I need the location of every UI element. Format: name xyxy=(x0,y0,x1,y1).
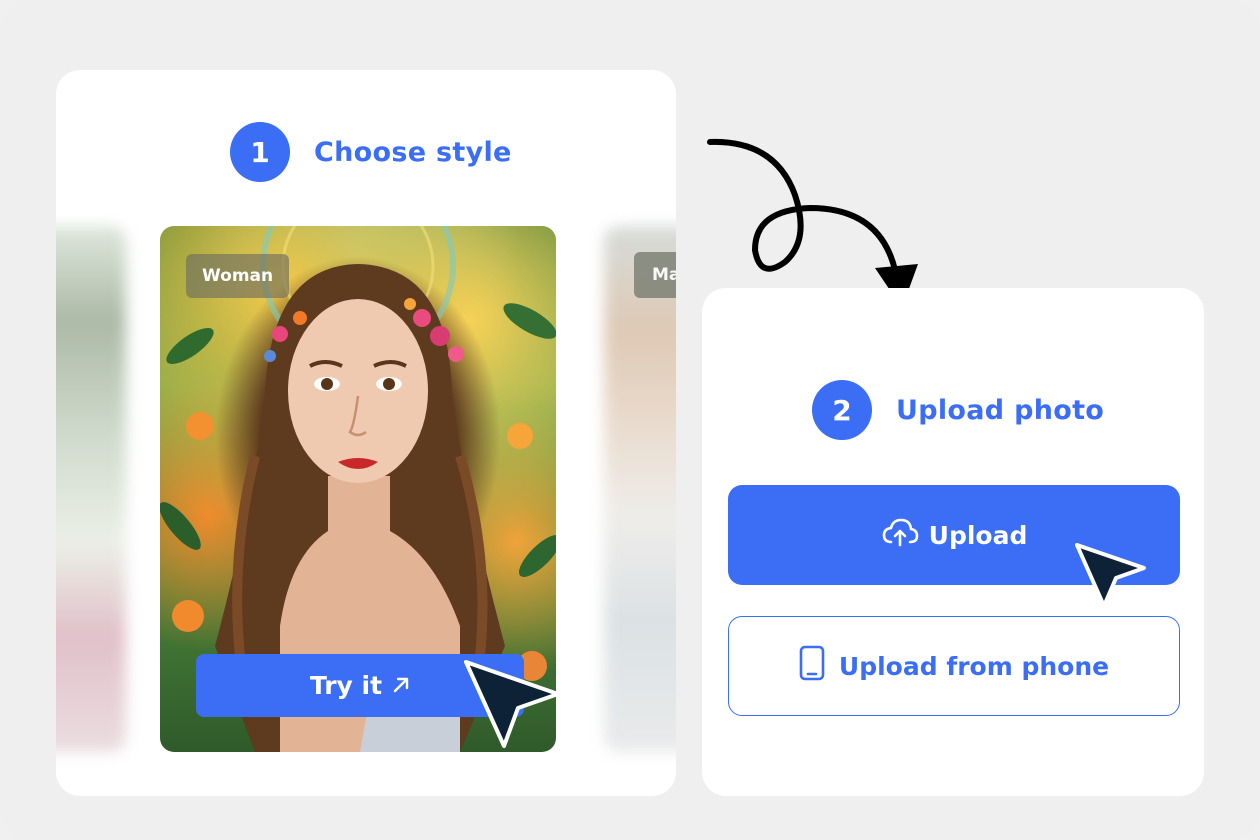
style-tag: Woman xyxy=(186,254,290,298)
step-1-title: Choose style xyxy=(314,136,512,168)
step-2-number: 2 xyxy=(812,380,872,440)
arrow-up-right-icon xyxy=(392,671,410,700)
step-2-title: Upload photo xyxy=(896,394,1105,426)
upload-from-phone-button[interactable]: Upload from phone xyxy=(728,616,1180,716)
cursor-pointer-icon xyxy=(1075,543,1146,608)
cursor-pointer-icon xyxy=(464,660,560,748)
step-1-number: 1 xyxy=(230,122,290,182)
step-2-header: 2 Upload photo xyxy=(812,380,1104,440)
style-card-right-blurred[interactable] xyxy=(604,226,676,752)
upload-label: Upload xyxy=(928,520,1028,550)
choose-style-card: 1 Choose style Ma Woman Try it xyxy=(56,70,676,796)
cloud-upload-icon xyxy=(881,517,919,553)
style-tag-right: Ma xyxy=(634,252,676,298)
try-it-label: Try it xyxy=(309,671,383,700)
style-card-left-blurred[interactable] xyxy=(56,226,126,752)
phone-icon xyxy=(799,645,825,687)
step-1-header: 1 Choose style xyxy=(230,122,512,182)
upload-photo-card: 2 Upload photo Upload Upload from phone xyxy=(702,288,1204,796)
tutorial-frame: 1 Choose style Ma Woman Try it 2 Upload … xyxy=(0,0,1260,840)
upload-from-phone-label: Upload from phone xyxy=(838,651,1110,681)
